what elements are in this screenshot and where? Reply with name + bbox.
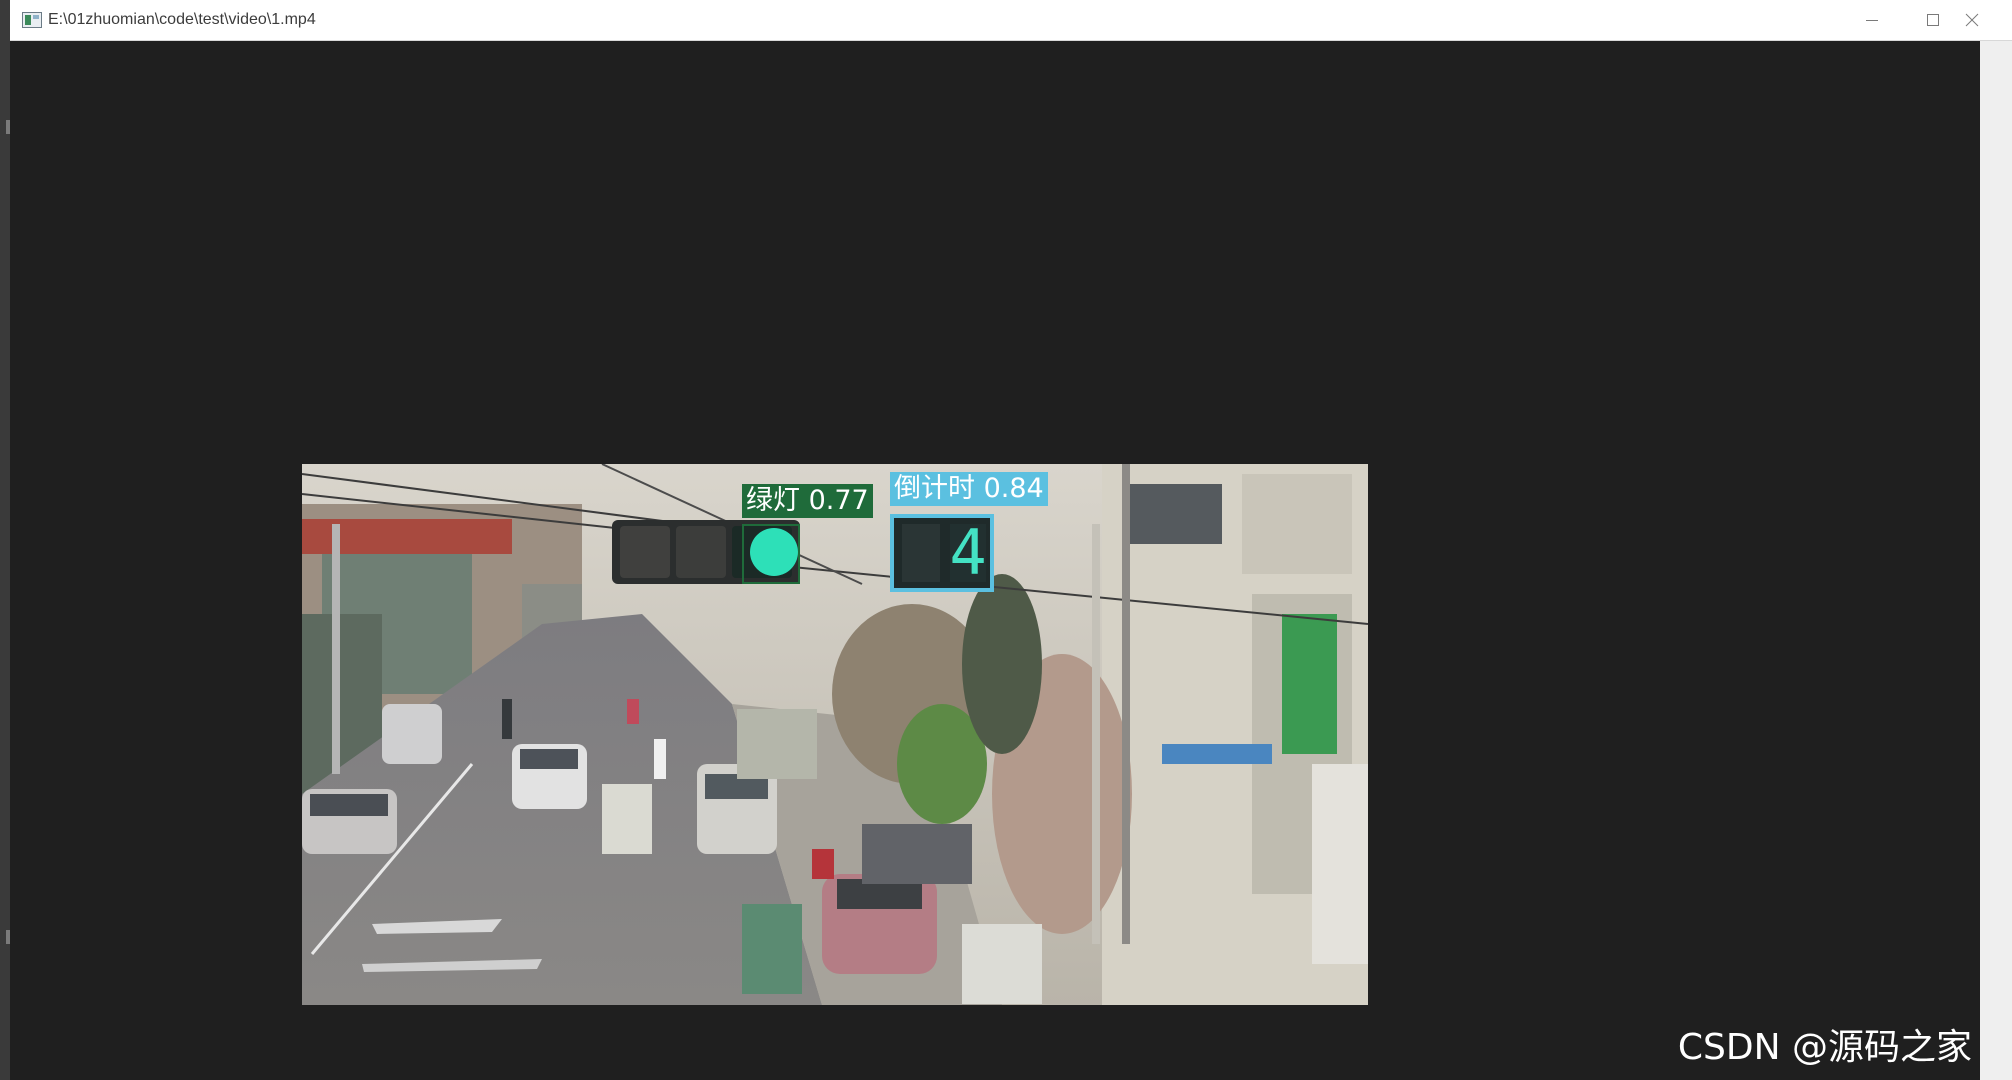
window-title: E:\01zhuomian\code\test\video\1.mp4 (48, 11, 316, 28)
minimize-icon (1866, 20, 1878, 21)
desktop-edge-right (1980, 0, 2012, 1080)
maximize-icon (1927, 14, 1939, 26)
countdown-detection-box (890, 514, 994, 592)
video-window: E:\01zhuomian\code\test\video\1.mp4 4 绿灯… (10, 0, 1980, 1080)
title-bar[interactable]: E:\01zhuomian\code\test\video\1.mp4 (10, 0, 1980, 41)
maximize-button[interactable] (1903, 0, 1963, 40)
video-frame: 4 绿灯 0.77 倒计时 0.84 (302, 464, 1368, 1005)
desktop-edge-right-top (1980, 0, 2012, 41)
green-light-detection-label: 绿灯 0.77 (742, 484, 873, 518)
street-scene: 4 (302, 464, 1368, 1005)
desktop-edge (0, 0, 10, 1080)
green-light-detection-box (742, 524, 800, 584)
app-icon (22, 12, 42, 28)
video-canvas: 4 绿灯 0.77 倒计时 0.84 CSDN @源码之家 (10, 41, 1980, 1080)
close-button[interactable] (1964, 0, 1980, 40)
minimize-button[interactable] (1842, 0, 1902, 40)
countdown-detection-label: 倒计时 0.84 (890, 472, 1048, 506)
watermark: CSDN @源码之家 (1677, 1027, 1972, 1068)
close-icon (1965, 13, 1979, 27)
